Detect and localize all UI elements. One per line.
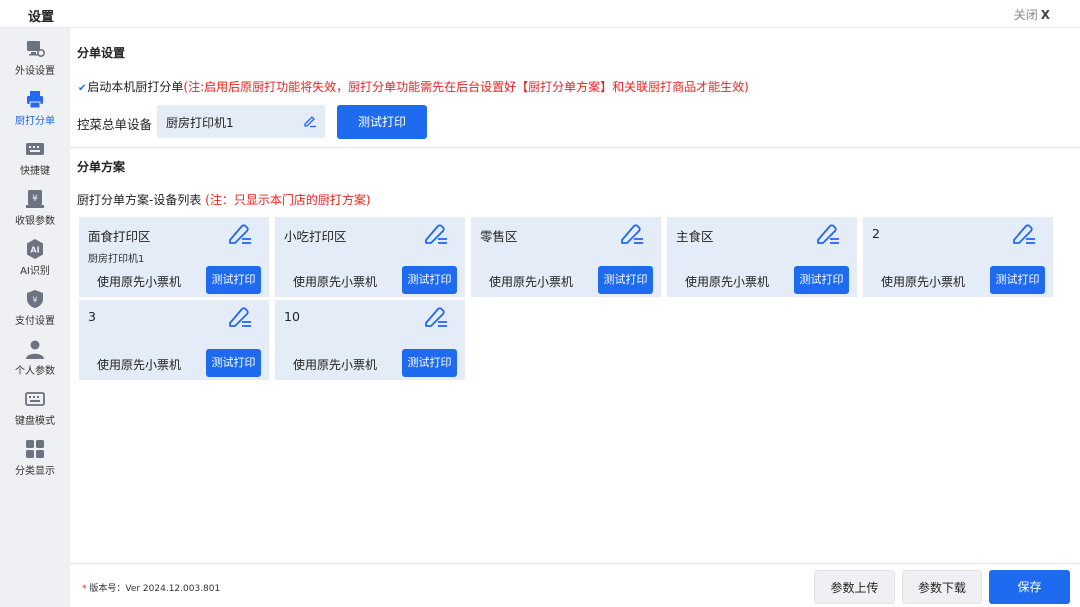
sidebar-item-label: 键盘模式: [15, 416, 55, 427]
card-test-print-button[interactable]: 测试打印: [402, 266, 457, 294]
sidebar: 外设设置 厨打分单 快捷键 ¥ 收银参数 AI AI识别 ¥ 支付设置 个人参数…: [0, 28, 70, 607]
edit-icon[interactable]: [227, 305, 253, 329]
plans-title: 分单方案: [77, 160, 126, 174]
svg-text:¥: ¥: [32, 296, 37, 305]
sidebar-item-label: 分类显示: [15, 466, 55, 477]
svg-text:¥: ¥: [32, 194, 38, 204]
plan-card: 2 使用原先小票机 测试打印: [863, 217, 1053, 297]
card-test-print-button[interactable]: 测试打印: [206, 349, 261, 377]
enable-split-warning: (注:启用后原厨打功能将失效，厨打分单功能需先在后台设置好【厨打分单方案】和关联…: [183, 80, 749, 94]
sidebar-item-payment[interactable]: ¥ 支付设置: [0, 284, 70, 330]
version-text: * 版本号：Ver 2024.12.003.801: [82, 581, 220, 594]
plan-card: 主食区 使用原先小票机 测试打印: [667, 217, 857, 297]
enable-split-checkbox[interactable]: ✔: [78, 83, 86, 94]
plan-name: 2: [872, 226, 880, 241]
control-device-value: 厨房打印机1: [166, 116, 234, 130]
plans-list-caption: 厨打分单方案-设备列表 (注：只显示本门店的厨打方案): [77, 191, 371, 208]
person-icon: [26, 340, 44, 359]
use-original-printer-label[interactable]: 使用原先小票机: [97, 356, 181, 373]
keyboard-icon: [26, 143, 44, 155]
keyboard-mode-icon: [25, 392, 45, 406]
monitor-gear-icon: [27, 41, 46, 58]
version-label: 版本号：Ver 2024.12.003.801: [89, 584, 221, 594]
edit-icon[interactable]: [227, 222, 253, 246]
card-test-print-button[interactable]: 测试打印: [990, 266, 1045, 294]
edit-icon[interactable]: [815, 222, 841, 246]
grid-icon: [26, 440, 44, 458]
sidebar-item-keyboard-mode[interactable]: 键盘模式: [0, 384, 70, 430]
sidebar-item-ai[interactable]: AI AI识别: [0, 234, 70, 280]
control-device-label: 控菜总单设备: [77, 117, 153, 132]
plan-card: 10 使用原先小票机 测试打印: [275, 300, 465, 380]
sidebar-item-label: 厨打分单: [15, 116, 55, 127]
plan-card: 面食打印区 厨房打印机1 使用原先小票机 测试打印: [79, 217, 269, 297]
sidebar-item-label: 个人参数: [15, 366, 55, 377]
plan-card: 小吃打印区 使用原先小票机 测试打印: [275, 217, 465, 297]
plan-card: 3 使用原先小票机 测试打印: [79, 300, 269, 380]
printer-icon: [27, 91, 43, 109]
sidebar-item-cashier-params[interactable]: ¥ 收银参数: [0, 184, 70, 230]
sidebar-item-label: 支付设置: [15, 316, 55, 327]
use-original-printer-label[interactable]: 使用原先小票机: [489, 273, 573, 290]
sidebar-item-label: 外设设置: [15, 66, 55, 77]
edit-icon[interactable]: [619, 222, 645, 246]
plans-caption-warning: (注：只显示本门店的厨打方案): [205, 193, 371, 207]
sidebar-item-peripherals[interactable]: 外设设置: [0, 34, 70, 80]
use-original-printer-label[interactable]: 使用原先小票机: [293, 356, 377, 373]
edit-icon[interactable]: [303, 114, 317, 128]
plan-device: 厨房打印机1: [88, 254, 145, 265]
divider: [70, 147, 1080, 148]
sidebar-item-kitchen-print[interactable]: 厨打分单: [0, 84, 70, 130]
plan-card: 零售区 使用原先小票机 测试打印: [471, 217, 661, 297]
sidebar-item-label: AI识别: [20, 266, 50, 277]
card-test-print-button[interactable]: 测试打印: [206, 266, 261, 294]
sidebar-item-shortcuts[interactable]: 快捷键: [0, 134, 70, 180]
cashier-icon: ¥: [26, 190, 44, 208]
plan-name: 3: [88, 309, 96, 324]
sidebar-item-label: 收银参数: [15, 216, 55, 227]
main-panel: 分单设置 ✔启动本机厨打分单(注:启用后原厨打功能将失效，厨打分单功能需先在后台…: [70, 28, 1080, 607]
split-settings-title: 分单设置: [77, 46, 126, 60]
plan-name: 10: [284, 309, 300, 324]
card-test-print-button[interactable]: 测试打印: [598, 266, 653, 294]
test-print-button[interactable]: 测试打印: [337, 105, 427, 139]
plan-name: 小吃打印区: [284, 229, 347, 244]
sidebar-item-label: 快捷键: [20, 166, 50, 177]
footer: * 版本号：Ver 2024.12.003.801 参数上传 参数下载 保存: [70, 563, 1080, 607]
use-original-printer-label[interactable]: 使用原先小票机: [685, 273, 769, 290]
use-original-printer-label[interactable]: 使用原先小票机: [97, 273, 181, 290]
plans-caption-text: 厨打分单方案-设备列表: [77, 193, 202, 207]
svg-text:AI: AI: [30, 246, 39, 255]
enable-split-row: ✔启动本机厨打分单(注:启用后原厨打功能将失效，厨打分单功能需先在后台设置好【厨…: [78, 78, 749, 95]
plan-name: 零售区: [480, 229, 518, 244]
plan-name: 面食打印区: [88, 229, 151, 244]
plan-name: 主食区: [676, 229, 714, 244]
sidebar-item-personal[interactable]: 个人参数: [0, 334, 70, 380]
window-title: 设置: [28, 10, 55, 25]
control-device-select[interactable]: 厨房打印机1: [157, 105, 325, 138]
version-star: *: [82, 584, 87, 594]
enable-split-label[interactable]: 启动本机厨打分单: [87, 80, 183, 94]
ai-icon: AI: [27, 239, 43, 259]
upload-params-button[interactable]: 参数上传: [814, 570, 895, 604]
shield-yen-icon: ¥: [27, 290, 43, 308]
title-bar: 设置 关闭 X: [0, 0, 1080, 28]
sidebar-item-category-display[interactable]: 分类显示: [0, 434, 70, 480]
edit-icon[interactable]: [1011, 222, 1037, 246]
card-test-print-button[interactable]: 测试打印: [402, 349, 457, 377]
close-button[interactable]: 关闭 X: [1014, 6, 1050, 23]
close-icon: X: [1040, 8, 1050, 22]
card-test-print-button[interactable]: 测试打印: [794, 266, 849, 294]
use-original-printer-label[interactable]: 使用原先小票机: [293, 273, 377, 290]
download-params-button[interactable]: 参数下载: [902, 570, 982, 604]
edit-icon[interactable]: [423, 222, 449, 246]
edit-icon[interactable]: [423, 305, 449, 329]
save-button[interactable]: 保存: [989, 570, 1070, 604]
close-label: 关闭: [1013, 8, 1038, 22]
use-original-printer-label[interactable]: 使用原先小票机: [881, 273, 965, 290]
